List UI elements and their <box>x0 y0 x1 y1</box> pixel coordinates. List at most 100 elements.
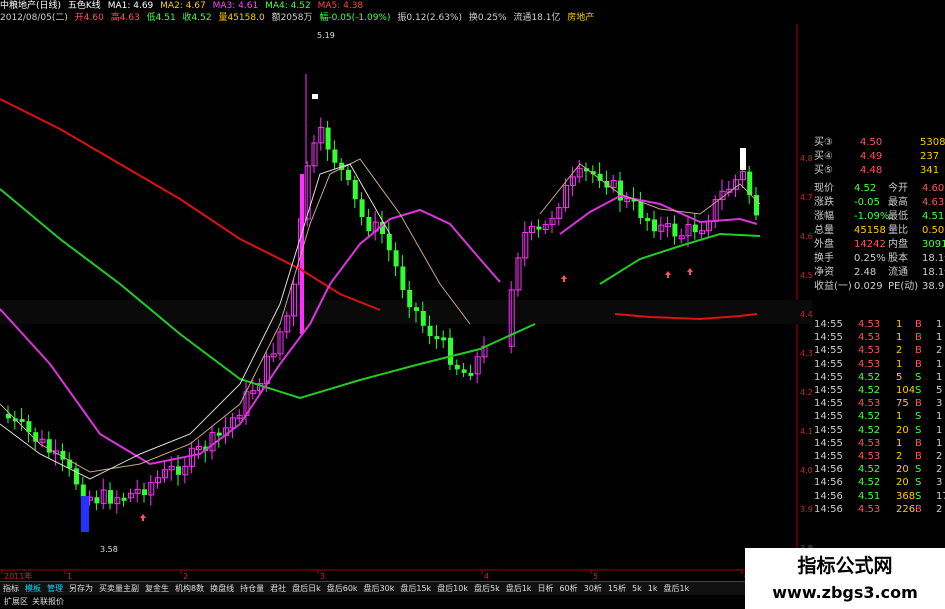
stat-label: 最低 <box>888 211 908 222</box>
tab-7[interactable]: 换盘线 <box>207 584 237 593</box>
candle-down <box>468 372 474 376</box>
tick-volume: 2 <box>896 345 903 357</box>
tick-count: 1 <box>936 332 943 344</box>
header-bar: 中粮地产(日线) 五色K线 MA1: 4.69 MA2: 4.67 MA3: 4… <box>0 0 945 12</box>
tab-20[interactable]: 15析 <box>605 584 629 593</box>
ma-line-red <box>0 98 381 311</box>
watermark-title: 指标公式网 <box>797 555 893 577</box>
volume-label: 量45158.0 <box>218 13 265 23</box>
tab-4[interactable]: 买卖量主副 <box>96 584 142 593</box>
tick-price: 4.53 <box>858 332 881 344</box>
indicator-name[interactable]: 五色K线 <box>68 1 101 11</box>
candle-white <box>312 94 318 99</box>
high-label: 高4.63 <box>110 13 140 23</box>
tick-side: B <box>915 437 922 449</box>
tick-count: 3 <box>936 398 943 410</box>
time-label: 4 <box>484 572 489 581</box>
turnover-label: 换0.25% <box>468 13 507 23</box>
tick-price: 4.53 <box>858 358 881 370</box>
tab-17[interactable]: 日析 <box>534 584 556 593</box>
stat-label: PE(动) <box>888 281 919 292</box>
tab-0[interactable]: 指标 <box>0 584 22 593</box>
stat-value: -1.09% <box>854 211 890 222</box>
tick-volume: 1 <box>896 319 903 330</box>
tab-19[interactable]: 30析 <box>581 584 605 593</box>
candle-down <box>448 337 453 365</box>
candle-down <box>420 310 426 326</box>
bottom-sub-bar: 扩展区 关联报价 <box>0 595 745 609</box>
tick-side: S <box>915 424 922 436</box>
tab-5[interactable]: 复金生 <box>142 584 172 593</box>
bid-label: 买③ <box>814 137 833 148</box>
price-tick: 3.90 <box>800 505 812 514</box>
bid-label: 买④ <box>814 151 833 162</box>
tick-price: 4.52 <box>858 464 881 476</box>
tick-time: 14:56 <box>814 490 843 502</box>
tab-8[interactable]: 持仓量 <box>237 584 267 593</box>
tab-15[interactable]: 盘后5k <box>471 584 503 593</box>
tab-1[interactable]: 模板 <box>22 584 44 593</box>
tick-row: 14:55 4.53 2 B 2 <box>812 344 945 357</box>
bid-label: 买⑤ <box>814 165 833 176</box>
tick-volume: 20 <box>896 464 909 476</box>
tab-2[interactable]: 管理 <box>44 584 66 593</box>
stat-value: 4.63 <box>922 197 945 208</box>
tab-9[interactable]: 君社 <box>267 584 289 593</box>
price-tick: 4.70 <box>800 193 812 202</box>
stat-value: 45158 <box>854 225 886 236</box>
stock-name: 中粮地产(日线) <box>0 1 62 11</box>
tick-time: 14:55 <box>814 345 843 357</box>
tab-22[interactable]: 1k <box>645 584 661 593</box>
tick-volume: 2 <box>896 451 903 462</box>
candle-down <box>386 233 392 251</box>
tick-volume: 104 <box>896 385 916 396</box>
tab-10[interactable]: 盘后日k <box>289 584 324 593</box>
low-price-label: 3.58 <box>100 545 118 554</box>
tab-11[interactable]: 盘后60k <box>324 584 361 593</box>
tick-price: 4.51 <box>858 490 881 502</box>
tab-12[interactable]: 盘后30k <box>361 584 398 593</box>
tick-time: 14:55 <box>814 385 843 396</box>
tick-side: B <box>915 332 922 344</box>
tick-count: 2 <box>936 451 943 462</box>
tick-price: 4.53 <box>858 319 881 330</box>
tick-side: S <box>915 490 922 502</box>
sub-tab-0[interactable]: 扩展区 <box>4 597 28 606</box>
price-axis: 4.80 4.70 4.60 4.50 4.40 4.30 4.20 4.10 4.00 3.90… <box>800 154 812 553</box>
sub-tab-1[interactable]: 关联报价 <box>32 597 64 606</box>
tab-3[interactable]: 另存为 <box>66 584 96 593</box>
tab-18[interactable]: 60析 <box>556 584 580 593</box>
tick-price: 4.53 <box>858 437 881 449</box>
candle-down <box>536 226 542 230</box>
stat-label: 涨跌 <box>814 197 834 208</box>
candle-down <box>80 484 86 498</box>
kline-chart[interactable]: 4.80 4.70 4.60 4.50 4.40 4.30 4.20 4.10 4.00 3.90… <box>0 24 812 581</box>
stat-value: 2.48 <box>854 267 877 278</box>
bid-row: 买⑤ 4.48 341 <box>812 164 945 177</box>
tab-14[interactable]: 盘后10k <box>434 584 471 593</box>
stat-row: 收益(一) 0.029 PE(动) 38.9 <box>812 280 945 293</box>
candle-down <box>672 223 678 237</box>
tick-row: 14:55 4.53 2 B 2 <box>812 450 945 463</box>
tick-price: 4.52 <box>858 477 881 489</box>
ma4-value: MA4: 4.52 <box>265 1 311 11</box>
tick-row: 14:55 4.52 5 S 1 <box>812 371 945 384</box>
candle-down <box>400 266 406 290</box>
watermark-url: www.zbgs3.com <box>772 583 918 602</box>
tab-13[interactable]: 盘后15k <box>397 584 434 593</box>
time-label: 1 <box>67 572 72 581</box>
tab-6[interactable]: 机构8数 <box>172 584 207 593</box>
stat-value: 0.25% <box>854 253 886 264</box>
tick-price: 4.53 <box>858 451 881 462</box>
tab-21[interactable]: 5k <box>629 584 645 593</box>
tick-count: 5 <box>936 385 943 396</box>
price-tick: 4.40 <box>800 310 812 319</box>
tick-time: 14:56 <box>814 464 843 476</box>
tab-16[interactable]: 盘后1k <box>503 584 535 593</box>
signal-arrow-icon <box>561 275 567 282</box>
price-tick: 4.10 <box>800 427 812 436</box>
tab-23[interactable]: 盘后1k <box>660 584 692 593</box>
stat-label: 股本 <box>888 253 908 264</box>
candle-down <box>645 218 651 222</box>
tick-time: 14:55 <box>814 424 843 436</box>
